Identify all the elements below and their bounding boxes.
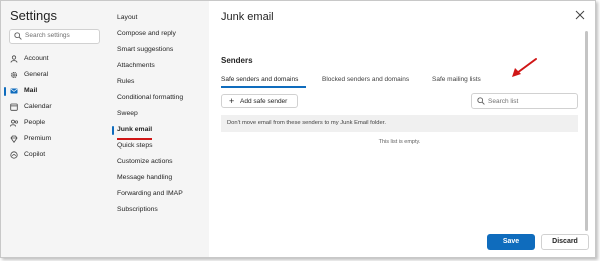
search-list-input[interactable]: Search list [471, 93, 578, 109]
mail-settings-item-conditional-formatting[interactable]: Conditional formatting [117, 94, 183, 106]
senders-heading: Senders [221, 56, 253, 65]
close-icon[interactable] [575, 10, 585, 20]
mail-settings-item-layout[interactable]: Layout [117, 14, 137, 26]
gear-icon [10, 71, 18, 79]
copilot-icon [10, 151, 18, 159]
search-icon [477, 97, 485, 105]
mail-settings-item-forwarding-and-imap[interactable]: Forwarding and IMAP [117, 190, 183, 202]
search-settings-placeholder: Search settings [25, 32, 70, 39]
calendar-icon [10, 103, 18, 111]
junk-email-pane: Junk email Senders Safe senders and doma… [209, 1, 595, 257]
annotation-arrow-icon [512, 58, 537, 77]
nav-item-label: People [24, 119, 46, 126]
nav-item-label: Premium [24, 135, 52, 142]
page-title: Junk email [221, 11, 274, 23]
search-icon [14, 32, 22, 40]
tab-safe-senders-and-domains[interactable]: Safe senders and domains [221, 76, 298, 83]
mail-settings-item-subscriptions[interactable]: Subscriptions [117, 206, 158, 218]
nav-item-label: Copilot [24, 151, 46, 158]
mail-settings-item-message-handling[interactable]: Message handling [117, 174, 172, 186]
add-safe-sender-button[interactable]: + Add safe sender [221, 94, 298, 108]
people-icon [10, 119, 19, 127]
active-indicator [4, 87, 6, 96]
search-settings-input[interactable]: Search settings [9, 29, 100, 44]
settings-title: Settings [10, 8, 57, 23]
list-header-row: Don't move email from these senders to m… [221, 115, 578, 132]
discard-button[interactable]: Discard [541, 234, 589, 250]
active-tab-indicator [221, 86, 306, 88]
annotation-underline [117, 138, 152, 140]
mail-settings-item-attachments[interactable]: Attachments [117, 62, 155, 74]
nav-item-account[interactable]: Account [1, 52, 109, 66]
nav-item-copilot[interactable]: Copilot [1, 148, 109, 162]
tab-safe-mailing-lists[interactable]: Safe mailing lists [432, 76, 481, 83]
nav-item-label: Calendar [24, 103, 52, 110]
person-icon [10, 55, 18, 63]
nav-item-people[interactable]: People [1, 116, 109, 130]
mail-settings-item-smart-suggestions[interactable]: Smart suggestions [117, 46, 173, 58]
mail-icon [10, 88, 18, 94]
mail-settings-item-sweep[interactable]: Sweep [117, 110, 138, 122]
nav-item-mail[interactable]: Mail [1, 84, 109, 98]
add-safe-sender-label: Add safe sender [240, 98, 288, 105]
nav-item-label: Account [24, 55, 49, 62]
mail-settings-item-quick-steps[interactable]: Quick steps [117, 142, 153, 154]
settings-dialog: Settings Search settings Account General [0, 0, 596, 258]
settings-nav: Settings Search settings Account General [1, 1, 109, 257]
search-list-placeholder: Search list [488, 98, 519, 105]
save-button[interactable]: Save [487, 234, 535, 250]
nav-item-premium[interactable]: Premium [1, 132, 109, 146]
mail-settings-list: Layout Compose and reply Smart suggestio… [109, 1, 209, 257]
list-description: Don't move email from these senders to m… [227, 120, 386, 126]
mail-settings-item-compose-and-reply[interactable]: Compose and reply [117, 30, 176, 42]
empty-list-message: This list is empty. [378, 139, 421, 145]
diamond-icon [10, 135, 18, 143]
plus-icon: + [229, 96, 235, 106]
active-indicator [112, 126, 114, 135]
nav-item-label: Mail [24, 87, 38, 94]
mail-settings-item-customize-actions[interactable]: Customize actions [117, 158, 173, 170]
mail-settings-item-junk-email[interactable]: Junk email [117, 126, 152, 138]
scrollbar[interactable] [585, 31, 588, 231]
nav-item-label: General [24, 71, 49, 78]
nav-item-calendar[interactable]: Calendar [1, 100, 109, 114]
nav-item-general[interactable]: General [1, 68, 109, 82]
mail-settings-item-rules[interactable]: Rules [117, 78, 134, 90]
tab-blocked-senders-and-domains[interactable]: Blocked senders and domains [322, 76, 409, 83]
